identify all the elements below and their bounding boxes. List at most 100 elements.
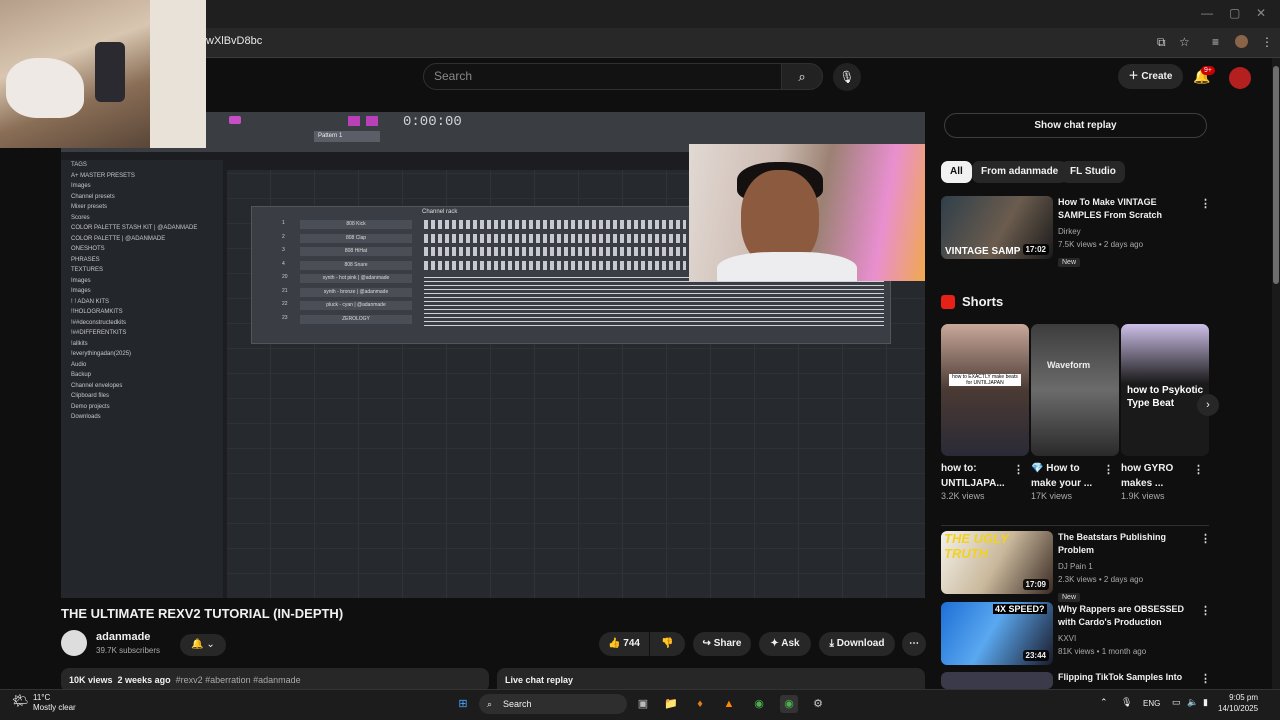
search-input[interactable]: Search: [423, 63, 782, 90]
duration-badge: 17:02: [1022, 244, 1049, 255]
chip-all[interactable]: All: [941, 161, 972, 183]
thumbs-up-icon: 👍: [608, 638, 621, 649]
download-button[interactable]: ⤓ Download: [819, 632, 895, 656]
chrome-active-icon[interactable]: ◉: [780, 695, 798, 713]
short-thumbnail[interactable]: Waveform: [1031, 324, 1119, 456]
browser-menu-icon[interactable]: ⋮: [1261, 35, 1273, 49]
battery-icon[interactable]: ▮: [1203, 697, 1208, 708]
taskbar-search[interactable]: ⌕ Search: [479, 694, 627, 714]
scrollbar-thumb[interactable]: [1273, 66, 1279, 284]
tray-overflow-icon[interactable]: ⌃: [1100, 697, 1108, 708]
bookmark-star-icon[interactable]: ☆: [1179, 35, 1190, 49]
video-thumbnail[interactable]: THE UGLY TRUTH 17:09: [941, 531, 1053, 594]
ask-button[interactable]: ✦ Ask: [759, 632, 811, 656]
microphone-tray-icon[interactable]: 🎙: [1121, 697, 1132, 708]
video-player[interactable]: 0:00:00 Pattern 1 TAGS A+ MASTER PRESETS I…: [61, 112, 925, 598]
shorts-heading: Shorts: [962, 294, 1004, 309]
minimize-icon[interactable]: —: [1201, 6, 1213, 20]
more-actions-icon[interactable]: ⋮: [1103, 463, 1114, 476]
install-app-icon[interactable]: ⧉: [1157, 35, 1166, 50]
video-info[interactable]: How To Make VINTAGE SAMPLES From Scratch…: [1058, 196, 1188, 269]
channel-rack-title: Channel rack: [422, 209, 458, 215]
short-views: 3.2K views: [941, 491, 985, 501]
account-avatar[interactable]: [1229, 67, 1251, 89]
chrome-icon[interactable]: ◉: [750, 695, 768, 713]
more-actions-icon[interactable]: ⋮: [1200, 672, 1211, 685]
search-button[interactable]: ⌕: [781, 63, 823, 90]
short-thumbnail[interactable]: how to Psykotic Type Beat: [1121, 324, 1209, 456]
chevron-right-icon: ›: [1206, 399, 1210, 411]
maximize-icon[interactable]: ▢: [1229, 6, 1240, 20]
bell-icon: 🔔: [191, 639, 204, 650]
media-controls-icon[interactable]: ≡: [1212, 35, 1219, 49]
weather-desc: Mostly clear: [33, 703, 76, 712]
video-thumbnail[interactable]: 4X SPEED? 23:44: [941, 602, 1053, 665]
create-label: Create: [1141, 71, 1173, 82]
dislike-button[interactable]: 👎: [650, 632, 685, 656]
task-view-icon[interactable]: ▣: [634, 695, 652, 713]
voice-search-button[interactable]: 🎙: [833, 63, 861, 91]
chip-from-channel[interactable]: From adanmade: [972, 161, 1068, 183]
network-icon[interactable]: ▭: [1172, 697, 1181, 708]
hashtags[interactable]: #rexv2 #aberration #adanmade: [176, 675, 301, 685]
show-chat-replay-button[interactable]: Show chat replay: [944, 113, 1207, 138]
share-button[interactable]: ↪ Share: [693, 632, 751, 656]
more-actions-icon[interactable]: ⋮: [1013, 463, 1024, 476]
windows-start-icon[interactable]: ⊞: [454, 695, 472, 713]
short-thumbnail[interactable]: how to EXACTLY make beats for UNTILJAPAN: [941, 324, 1029, 456]
more-actions-icon[interactable]: ⋮: [1200, 197, 1211, 210]
short-info[interactable]: how to: UNTILJAPA... 3.2K views: [941, 461, 1011, 501]
channel-avatar[interactable]: [61, 630, 87, 656]
channel-name[interactable]: Dirkey: [1058, 225, 1188, 238]
video-info[interactable]: Why Rappers are OBSESSED with Cardo's Pr…: [1058, 603, 1188, 658]
ask-label: Ask: [781, 638, 800, 649]
channel-name[interactable]: KXVI: [1058, 632, 1188, 645]
app-icon[interactable]: ⚙: [809, 695, 827, 713]
chip-fl-studio[interactable]: FL Studio: [1061, 161, 1125, 183]
short-title[interactable]: how to: UNTILJAPA...: [941, 461, 1011, 491]
weather-widget[interactable]: 11°C Mostly clear: [33, 693, 76, 713]
fl-song-mode-icon: [366, 116, 378, 126]
more-options-button[interactable]: ⋯: [902, 632, 926, 656]
more-actions-icon[interactable]: ⋮: [1200, 604, 1211, 617]
notification-count-badge: 9+: [1201, 66, 1215, 75]
short-title[interactable]: how GYRO makes ...: [1121, 461, 1191, 491]
channel-number: 3: [282, 247, 285, 253]
step-sequencer-row: [424, 247, 686, 256]
fl-browser-item: COLOR PALETTE STASH KIT | @ADANMADE: [71, 225, 198, 231]
channel-name[interactable]: DJ Pain 1: [1058, 560, 1188, 573]
taskbar-clock[interactable]: 9:05 pm 14/10/2025: [1218, 692, 1258, 714]
video-title[interactable]: How To Make VINTAGE SAMPLES From Scratch: [1058, 196, 1188, 222]
video-thumbnail[interactable]: VINTAGE SAMP 17:02: [941, 196, 1053, 259]
weather-icon[interactable]: 🌤: [12, 693, 29, 709]
video-title[interactable]: Why Rappers are OBSESSED with Cardo's Pr…: [1058, 603, 1188, 629]
subscription-bell-button[interactable]: 🔔 ⌄: [180, 634, 226, 656]
upload-age: 2 weeks ago: [117, 675, 171, 685]
channel-name-main[interactable]: adanmade: [96, 631, 150, 643]
create-button[interactable]: ＋ Create: [1118, 64, 1183, 89]
fl-studio-taskbar-icon[interactable]: ♦: [691, 695, 709, 713]
share-icon: ↪: [702, 638, 711, 649]
close-window-icon[interactable]: ✕: [1256, 6, 1266, 20]
volume-icon[interactable]: 🔈: [1187, 697, 1198, 708]
fl-browser-item: Backup: [71, 372, 92, 378]
more-actions-icon[interactable]: ⋮: [1200, 532, 1211, 545]
video-title[interactable]: The Beatstars Publishing Problem: [1058, 531, 1188, 557]
thumbs-down-icon: 👎: [661, 638, 674, 649]
video-meta: 81K views • 1 month ago: [1058, 647, 1147, 656]
profile-avatar[interactable]: [1235, 35, 1248, 48]
channel-name-button: synth - hot pink | @adanmade: [300, 274, 412, 283]
like-button[interactable]: 👍 744: [599, 632, 649, 656]
vlc-icon[interactable]: ▲: [720, 695, 738, 713]
url-text[interactable]: wXlBvD8bc: [206, 35, 262, 47]
more-actions-icon[interactable]: ⋮: [1193, 463, 1204, 476]
shorts-next-button[interactable]: ›: [1197, 394, 1219, 416]
video-info[interactable]: The Beatstars Publishing Problem DJ Pain…: [1058, 531, 1188, 604]
language-indicator[interactable]: ENG: [1143, 699, 1160, 708]
short-info[interactable]: how GYRO makes ... 1.9K views: [1121, 461, 1191, 501]
short-info[interactable]: 💎 How to make your ... 17K views: [1031, 461, 1101, 501]
file-explorer-icon[interactable]: 📁: [662, 695, 680, 713]
video-title[interactable]: Flipping TikTok Samples Into: [1058, 671, 1188, 689]
short-title[interactable]: 💎 How to make your ...: [1031, 461, 1101, 491]
video-thumbnail[interactable]: [941, 672, 1053, 689]
